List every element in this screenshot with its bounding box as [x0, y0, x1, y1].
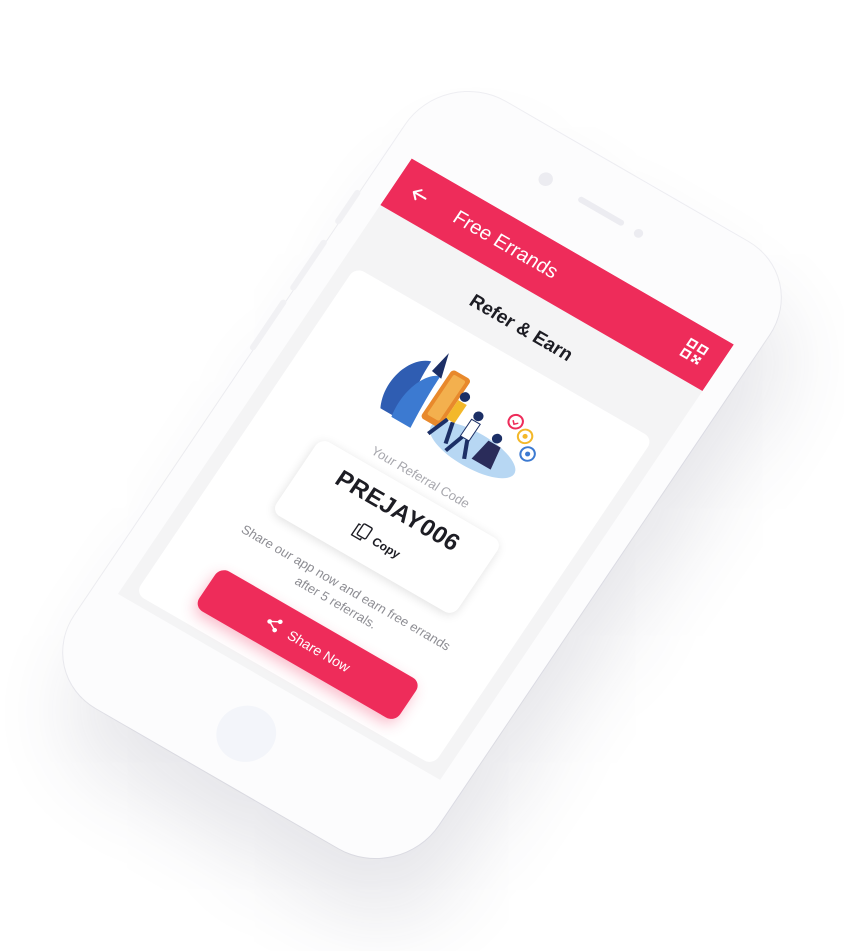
share-now-label: Share Now [284, 627, 354, 676]
phone-speaker [576, 195, 626, 227]
mockup-stage: Free Errands Refer & Earn Your Referral … [0, 0, 844, 951]
app-screen: Free Errands Refer & Earn Your Referral … [117, 158, 734, 780]
copy-button[interactable]: Copy [348, 520, 405, 563]
share-icon [261, 613, 286, 637]
phone-camera [535, 169, 556, 189]
phone-side-button [333, 188, 362, 226]
phone-home-button [204, 695, 288, 773]
copy-button-label: Copy [369, 534, 404, 561]
phone-sensor [632, 227, 645, 240]
phone-side-button [248, 298, 288, 352]
phone-side-button [289, 238, 328, 292]
phone-mockup: Free Errands Refer & Earn Your Referral … [35, 66, 809, 884]
copy-icon [348, 520, 374, 545]
arrow-left-icon[interactable] [401, 178, 438, 213]
